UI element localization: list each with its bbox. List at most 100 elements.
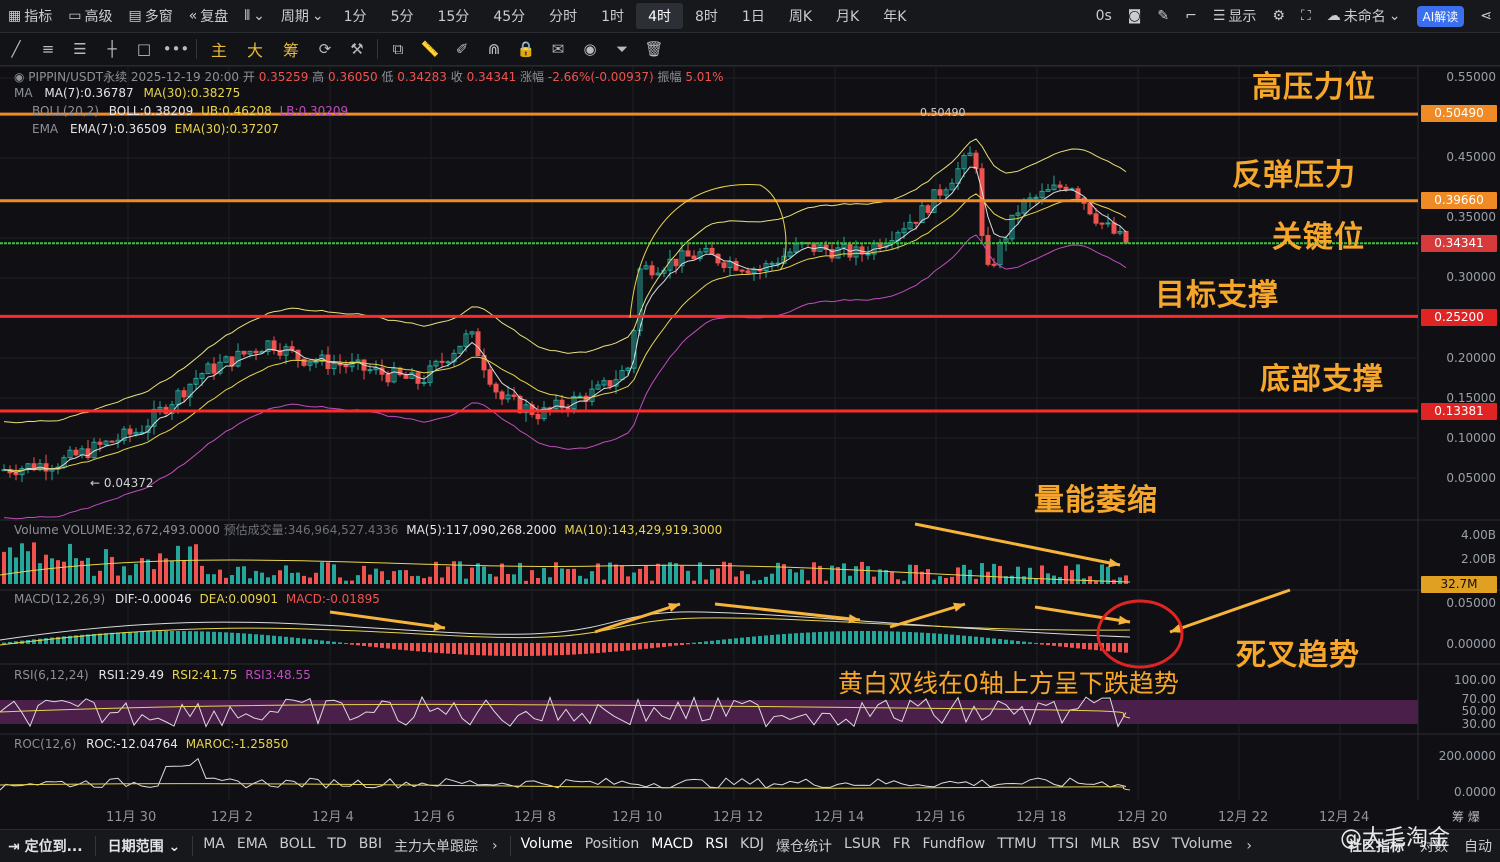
chevron-right-icon[interactable]: › [1238,838,1260,854]
volume-bar [884,570,888,584]
macd-bar [764,635,768,644]
candle-body [421,381,427,384]
macd-bar [554,643,558,656]
volume-bar [212,574,216,584]
corner-label: 筹 爆 [1452,810,1480,824]
macd-bar [1112,643,1116,652]
candle-body [493,383,499,393]
macd-bar [104,633,108,644]
macd-bar [458,643,462,655]
sub-indicator-option[interactable]: TTMU [991,836,1042,856]
macd-legend: MACD(12,26,9) DIF:-0.00046 DEA:0.00901 M… [14,592,380,606]
sub-indicator-option[interactable]: Fundflow [917,836,992,856]
rsi-axis-label: 50.00 [1461,704,1496,718]
macd-bar [464,643,468,655]
macd-bar [1058,643,1062,647]
volume-legend: Volume VOLUME:32,672,493.0000 预估成交量:346,… [14,523,723,537]
bottom-toolbar: ⇥ 定位到... 日期范围 ⌄ MA EMA BOLL TD BBI 主力大单跟踪 › V… [0,829,1500,862]
macd-bar [662,643,666,647]
macd-bar [350,643,354,645]
main-indicator-option[interactable]: TD [321,836,352,856]
candle-body [691,255,697,260]
volume-bar [200,565,204,584]
sub-indicator-option[interactable]: Volume [515,836,579,856]
macd-bar [1034,642,1038,644]
volume-bar [320,562,324,584]
sub-indicator-option[interactable]: MACD [645,836,699,856]
volume-bar [842,563,846,584]
macd-bar [278,636,282,644]
main-indicator-option[interactable]: MA [197,836,231,856]
macd-bar [218,632,222,644]
arrow-head [953,602,965,612]
annotation-arrow [1169,588,1291,634]
locate-button[interactable]: ⇥ 定位到... [0,836,91,856]
candle-body [271,340,277,351]
macd-bar [650,643,654,649]
macd-bar [434,643,438,653]
macd-bar [998,639,1002,644]
volume-bar [224,577,228,584]
volume-bar [146,559,150,584]
main-indicator-option[interactable]: 主力大单跟踪 [388,836,484,856]
annotation-arrow [594,602,681,634]
candle-body [445,361,451,364]
annotation-arrow [1034,605,1131,624]
main-indicator-option[interactable]: BOLL [273,836,321,856]
volume-bar [1082,578,1086,584]
volume-bar [872,576,876,584]
volume-bar [1076,564,1080,584]
candle-body [1033,196,1039,199]
macd-bar [836,631,840,644]
volume-bar [854,566,858,584]
macd-bar [800,632,804,644]
sub-indicator-option[interactable]: RSI [699,836,734,856]
ma-legend: MA MA(7):0.36787 MA(30):0.38275 [14,86,241,100]
macd-bar [320,640,324,644]
candle-body [439,360,445,363]
sub-indicator-option[interactable]: 爆仓统计 [770,836,838,856]
main-indicator-option[interactable]: BBI [353,836,388,856]
price-tag-rebound-resistance: 0.39660 [1421,192,1497,209]
sub-indicator-option[interactable]: Position [579,836,646,856]
date-range-dropdown[interactable]: 日期范围 ⌄ [100,836,189,856]
candle-body [109,440,115,443]
macd-bar [824,631,828,644]
sub-indicator-option[interactable]: MLR [1084,836,1126,856]
main-indicator-option[interactable]: EMA [231,836,274,856]
macd-bar [716,640,720,644]
volume-bar [998,565,1002,584]
macd-bar [536,643,540,656]
macd-bar [260,634,264,644]
macd-bar [518,643,522,656]
volume-bar [194,544,198,584]
candle-body [1063,186,1069,191]
macd-bar [560,643,564,656]
sub-indicator-option[interactable]: BSV [1126,836,1166,856]
macd-bar [950,634,954,644]
candle-body [685,250,691,257]
sub-indicator-option[interactable]: FR [887,836,917,856]
sub-indicator-option[interactable]: TTSI [1042,836,1084,856]
chevron-right-icon[interactable]: › [484,838,506,854]
macd-bar [902,631,906,644]
macd-bar [830,631,834,644]
macd-bar [914,632,918,644]
auto-scale-toggle[interactable]: 自动 [1456,836,1500,856]
macd-bar [380,643,384,648]
volume-bar [980,563,984,584]
volume-bar [800,569,804,584]
macd-bar [254,634,258,644]
volume-bar [650,580,654,584]
macd-bar [446,643,450,654]
macd-bar [770,634,774,644]
macd-axis-label: 0.05000 [1446,596,1496,610]
macd-bar [404,643,408,651]
volume-bar [476,563,480,584]
sub-indicator-option[interactable]: TVolume [1166,836,1239,856]
volume-bar [542,567,546,584]
macd-bar [698,642,702,644]
sub-indicator-option[interactable]: KDJ [734,836,770,856]
sub-indicator-option[interactable]: LSUR [838,836,887,856]
annotation-arrow [914,522,1121,567]
